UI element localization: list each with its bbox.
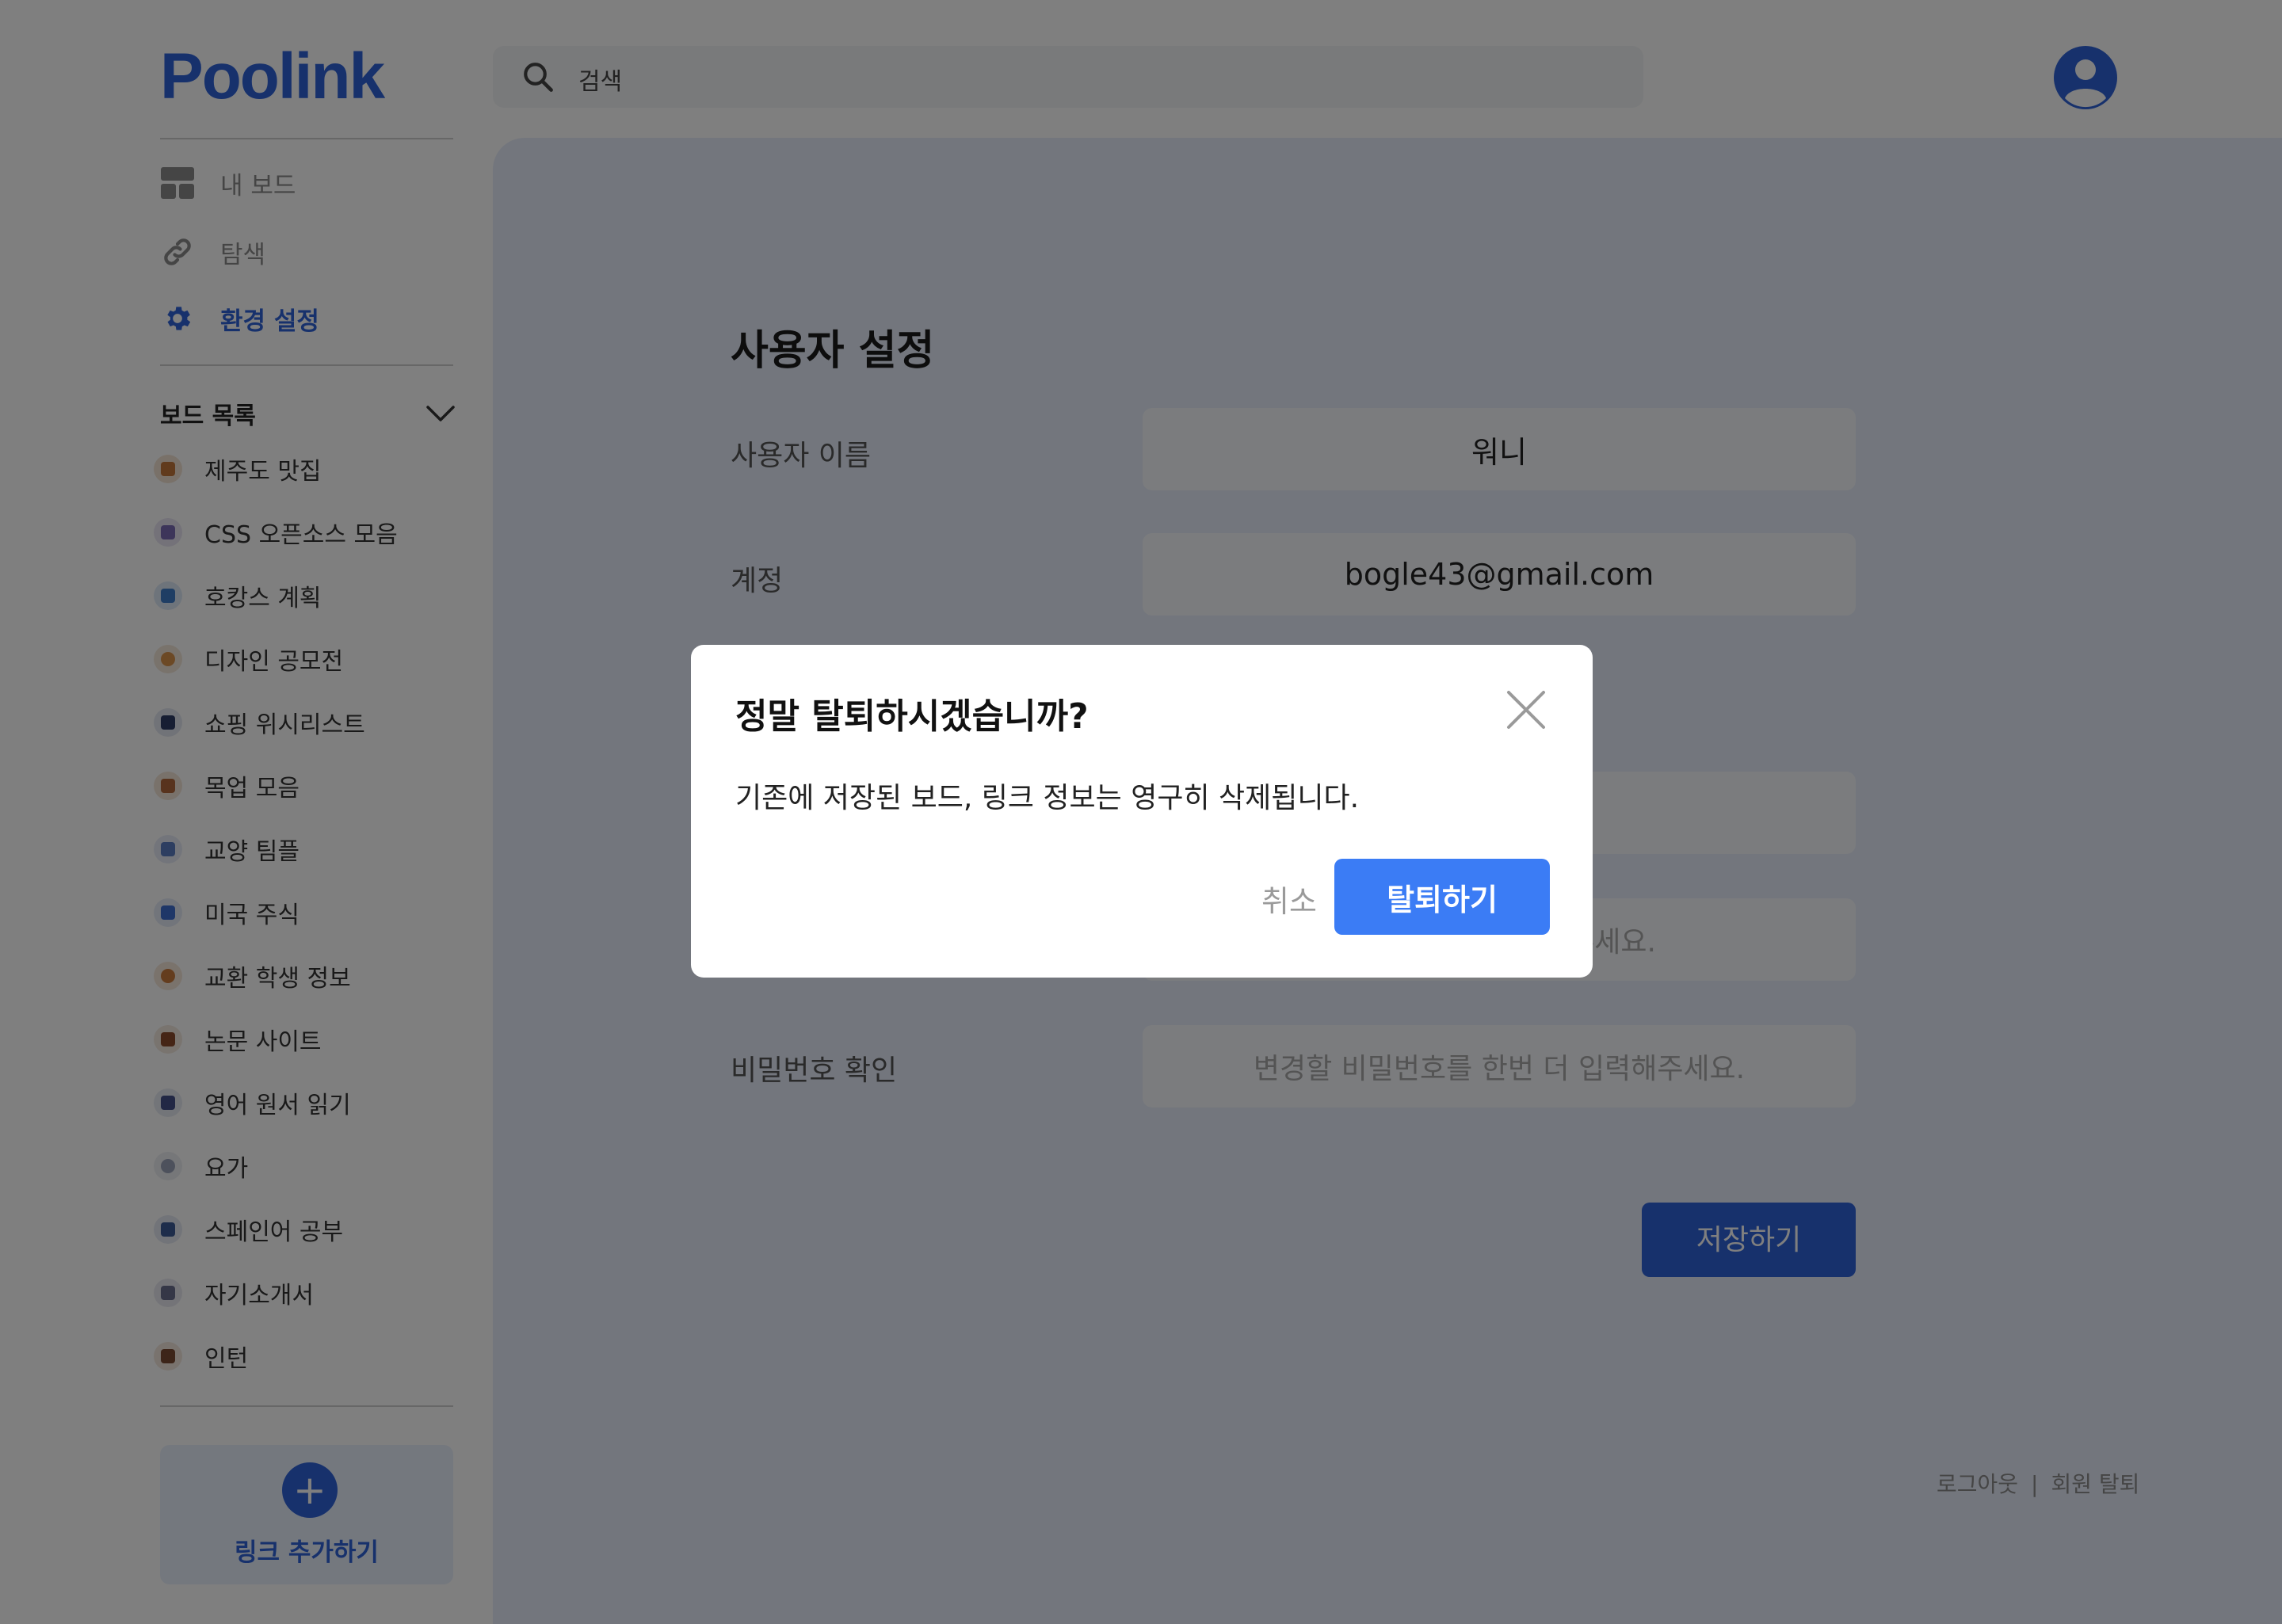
dialog-message: 기존에 저장된 보드, 링크 정보는 영구히 삭제됩니다.	[735, 782, 1360, 814]
withdraw-confirm-button[interactable]: 탈퇴하기	[1334, 859, 1550, 935]
dialog-title: 정말 탈퇴하시겠습니까?	[735, 696, 1089, 737]
cancel-button[interactable]: 취소	[1230, 860, 1349, 936]
withdraw-confirm-dialog: 정말 탈퇴하시겠습니까? 기존에 저장된 보드, 링크 정보는 영구히 삭제됩니…	[691, 645, 1593, 978]
close-icon[interactable]	[1504, 688, 1548, 732]
